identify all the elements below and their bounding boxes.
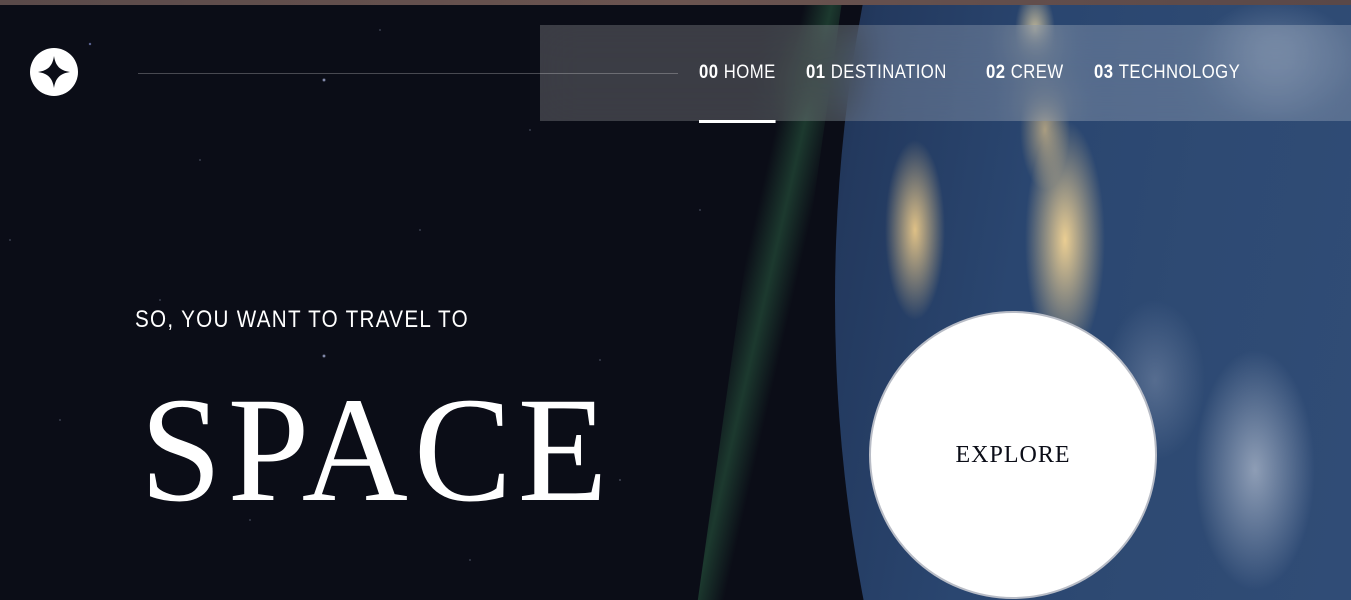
home-page: 00 HOME 01 DESTINATION 02 CREW 03 TECHNO… [0,0,1351,600]
explore-button[interactable]: EXPLORE [869,311,1157,599]
nav-item-technology[interactable]: 03 TECHNOLOGY [1094,25,1240,121]
nav-item-number: 01 [806,62,826,83]
browser-top-strip [0,0,1351,5]
nav-item-label: CREW [1010,62,1064,83]
hero-subtitle: SO, YOU WANT TO TRAVEL TO [135,306,469,333]
nav-item-label: HOME [723,62,776,83]
header-divider-line [138,73,678,74]
nav-item-crew[interactable]: 02 CREW [986,25,1064,121]
explore-button-label: EXPLORE [955,441,1071,468]
nav-item-label: TECHNOLOGY [1119,62,1241,83]
logo-star-icon[interactable] [30,48,78,96]
nav-item-destination[interactable]: 01 DESTINATION [806,25,947,121]
nav-item-label: DESTINATION [830,62,947,83]
nav-item-number: 03 [1094,62,1114,83]
hero-title: SPACE [140,367,614,533]
nav-item-home[interactable]: 00 HOME [699,25,776,123]
star-icon [38,56,70,88]
nav-item-number: 02 [986,62,1006,83]
nav-item-number: 00 [699,62,719,83]
